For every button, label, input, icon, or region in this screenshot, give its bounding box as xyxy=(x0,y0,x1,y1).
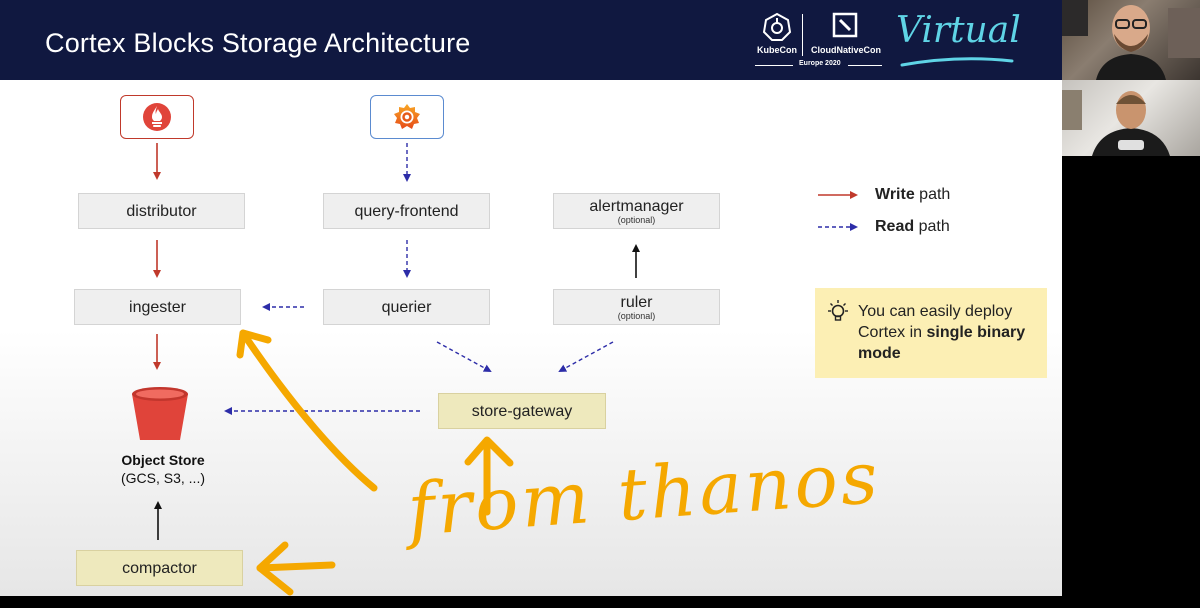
legend-read-bold: Read xyxy=(875,218,915,235)
annotation-arrow-to-ingester xyxy=(241,332,378,492)
webcam-speaker-1 xyxy=(1062,0,1200,80)
slide: Cortex Blocks Storage Architecture KubeC… xyxy=(0,0,1062,596)
webcam-empty-area xyxy=(1062,156,1200,608)
annotation-arrow-to-compactor xyxy=(256,561,336,572)
lightbulb-icon xyxy=(828,300,848,321)
arrow-ruler-to-store-gateway xyxy=(558,341,614,372)
legend-write: Write path xyxy=(875,186,950,204)
speaker-1-figure xyxy=(1062,0,1200,80)
legend-write-bold: Write xyxy=(875,186,915,203)
tip-callout: You can easily deploy Cortex in single b… xyxy=(815,288,1047,378)
legend-read-rest: path xyxy=(914,218,950,235)
arrow-querier-to-store-gateway xyxy=(436,341,492,372)
legend-write-rest: path xyxy=(914,186,951,203)
webcam-speaker-2 xyxy=(1062,80,1200,156)
legend-read: Read path xyxy=(875,218,950,236)
speaker-2-figure xyxy=(1062,90,1170,156)
